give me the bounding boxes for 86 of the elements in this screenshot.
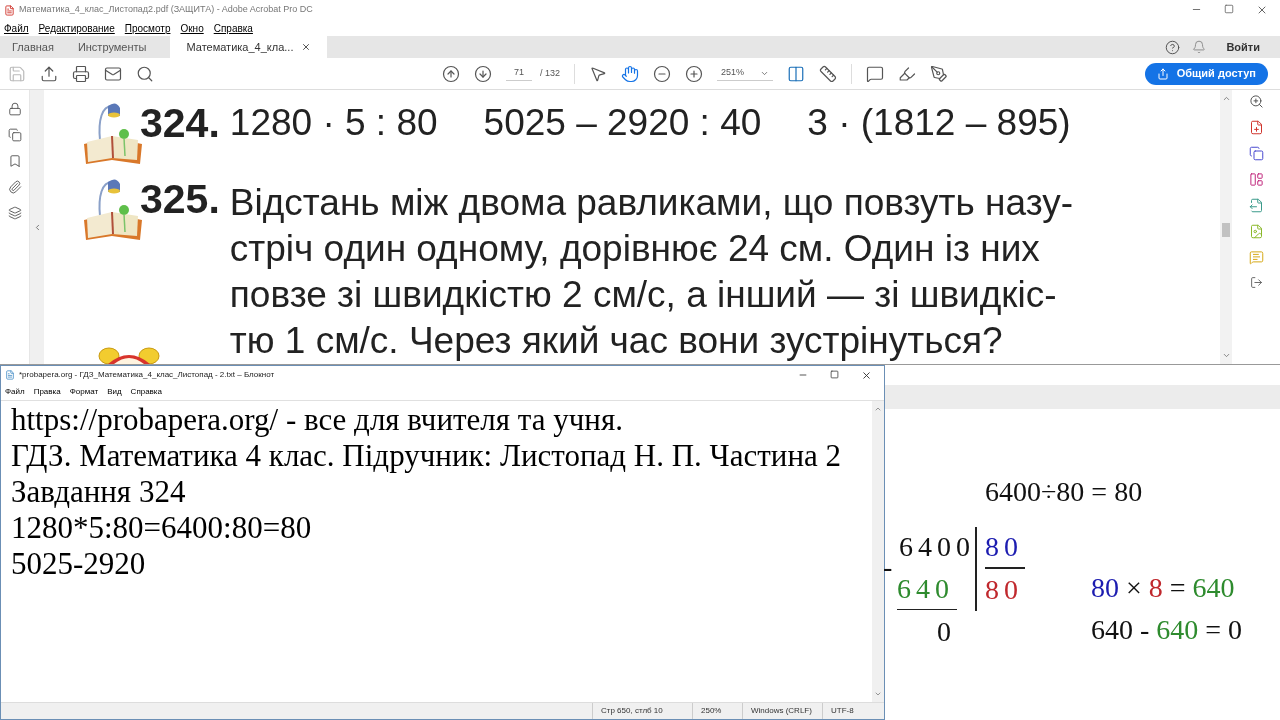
- zoom-dropdown[interactable]: 251%: [717, 66, 774, 81]
- status-item: Стр 650, стлб 10: [592, 703, 692, 719]
- zoom-in-icon[interactable]: [685, 64, 704, 83]
- scroll-down-icon[interactable]: [874, 690, 882, 698]
- zoom-icon[interactable]: [1248, 94, 1264, 109]
- scroll-down-icon[interactable]: [1221, 351, 1231, 360]
- dividend: 6400: [899, 530, 975, 564]
- share-button[interactable]: Общий доступ: [1144, 62, 1268, 85]
- quotient: 80: [985, 574, 1023, 605]
- search-icon[interactable]: [136, 64, 154, 83]
- tab[interactable]: Главная: [0, 36, 66, 58]
- problem-text-line: повзе зі швидкістю 2 см/с, а інший — зі швидкіс-: [229, 273, 1058, 317]
- comment-icon[interactable]: [866, 64, 885, 83]
- sign-in-button[interactable]: Войти: [1218, 38, 1268, 56]
- combine-files-icon[interactable]: [1248, 146, 1264, 161]
- remainder: 0: [937, 616, 956, 647]
- menu-item[interactable]: Просмотр: [124, 20, 171, 36]
- page-fit-icon[interactable]: [787, 64, 806, 83]
- next-page-icon[interactable]: [474, 64, 492, 83]
- problem-text-line: стріч один одному, дорівнює 24 см. Один із них: [229, 227, 1041, 271]
- equation: 6400÷80 = 80: [985, 476, 1143, 507]
- hand-icon[interactable]: [621, 64, 640, 83]
- zoom-out-icon[interactable]: [653, 64, 672, 83]
- layers-icon[interactable]: [7, 206, 22, 220]
- menu-item[interactable]: Редактирование: [38, 20, 115, 36]
- close-icon[interactable]: [1256, 4, 1268, 16]
- status-item: Windows (CRLF): [742, 703, 822, 719]
- highlighter-icon[interactable]: [898, 64, 917, 83]
- attachment-icon[interactable]: [7, 180, 22, 194]
- pages-icon[interactable]: [7, 128, 22, 142]
- collapse-tools-icon[interactable]: [1249, 276, 1263, 289]
- math-expression: 3 · (1812 – 895): [807, 102, 1071, 145]
- page-total: / 132: [540, 66, 561, 80]
- maximize-icon[interactable]: [1224, 4, 1234, 14]
- menu-item[interactable]: Правка: [33, 386, 61, 398]
- help-icon[interactable]: [1165, 39, 1181, 55]
- menu-item[interactable]: Файл: [5, 386, 25, 398]
- share-icon: [1156, 67, 1169, 80]
- text-line: 1280*5:80=6400:80=80: [11, 510, 313, 546]
- check-equation: 80 × 8 = 640: [1091, 571, 1236, 605]
- minus-sign: -: [883, 550, 893, 584]
- text-line: Завдання 324: [11, 474, 187, 510]
- previous-page-icon[interactable]: [442, 64, 460, 83]
- pointer-icon[interactable]: [589, 64, 608, 83]
- bookmark-icon[interactable]: [7, 154, 22, 168]
- scrollbar-thumb[interactable]: [1222, 223, 1230, 237]
- math-expression: 1280 · 5 : 80: [229, 102, 438, 145]
- export-pdf-icon[interactable]: [1248, 198, 1264, 213]
- mail-icon[interactable]: [104, 64, 122, 83]
- menu-item[interactable]: Формат: [69, 386, 99, 398]
- check-equation: 640 - 640 = 0: [1091, 613, 1243, 647]
- tab[interactable]: Математика_4_кла...: [170, 36, 328, 58]
- status-item: 250%: [692, 703, 742, 719]
- scroll-up-icon[interactable]: [1221, 94, 1231, 103]
- subtrahend: 640: [897, 572, 954, 606]
- window-title: Математика_4_клас_Листопад2.pdf (ЗАЩИТА) - Adobe Acrobat Pro DC: [19, 3, 313, 17]
- problem-text-line: тю 1 см/с. Через який час вони зустрінуться?: [229, 319, 1004, 363]
- lock-icon[interactable]: [7, 102, 22, 116]
- problem-number: 324.: [140, 102, 220, 144]
- maximize-icon[interactable]: [830, 369, 839, 379]
- text-line: ГДЗ. Математика 4 клас. Підручник: Листопад Н. П. Частина 2: [11, 438, 842, 474]
- problem-number: 325.: [140, 178, 220, 220]
- scroll-up-icon[interactable]: [874, 405, 882, 413]
- alarm-clock-drawing: [98, 346, 160, 364]
- notepad-icon: [5, 370, 15, 380]
- menu-item[interactable]: Окно: [180, 20, 204, 36]
- print-icon[interactable]: [72, 64, 90, 83]
- window-title: *probapera.org - ГДЗ_Математика_4_клас_Листопад - 2.txt – Блокнот: [19, 369, 275, 381]
- pen-icon[interactable]: [930, 64, 949, 83]
- pdf-icon: [4, 4, 15, 16]
- status-item: UTF-8: [822, 703, 872, 719]
- close-icon[interactable]: [861, 369, 872, 381]
- divisor: 80: [985, 530, 1024, 564]
- text-line: https://probapera.org/ - все для вчителя та учня.: [11, 402, 624, 438]
- close-tab-icon[interactable]: [301, 42, 312, 52]
- menu-item[interactable]: Файл: [4, 20, 29, 36]
- menu-item[interactable]: Справка: [130, 386, 162, 398]
- text-line: 5025-2920: [11, 546, 147, 582]
- menu-item[interactable]: Вид: [107, 386, 122, 398]
- problem-text-line: Відстань між двома равликами, що повзуть назу-: [229, 181, 1073, 225]
- tab[interactable]: Инструменты: [65, 36, 159, 58]
- menu-item[interactable]: Справка: [213, 20, 253, 36]
- page-number-field[interactable]: 71: [506, 66, 532, 81]
- create-pdf-icon[interactable]: [1248, 120, 1264, 135]
- upload-icon[interactable]: [40, 64, 58, 83]
- math-expression: 5025 – 2920 : 40: [483, 102, 762, 145]
